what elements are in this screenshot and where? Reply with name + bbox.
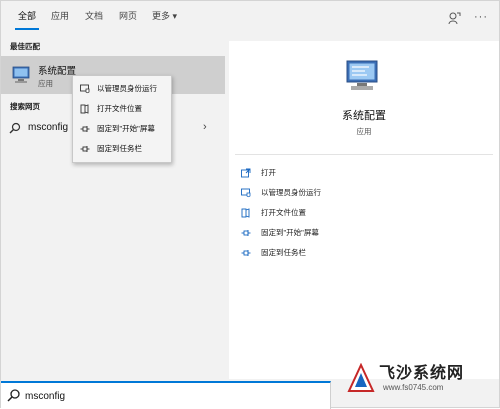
- file-location-icon: [80, 104, 89, 114]
- preview-divider: [235, 154, 493, 155]
- tab-web[interactable]: 网页: [119, 9, 137, 22]
- action-label: 打开文件位置: [261, 208, 306, 217]
- tab-more[interactable]: 更多 ▾: [152, 9, 177, 22]
- watermark-logo: [347, 363, 375, 392]
- web-result-text: msconfig: [28, 122, 69, 133]
- menu-item-label: 固定到"开始"屏幕: [97, 124, 155, 133]
- admin-shield-icon: [80, 84, 90, 94]
- admin-shield-icon: [241, 188, 251, 198]
- action-label: 固定到"开始"屏幕: [261, 228, 319, 237]
- system-config-app-icon: [12, 66, 30, 83]
- watermark: 飞沙系统网 www.fs0745.com: [341, 355, 499, 409]
- menu-item-pin-to-start[interactable]: 固定到"开始"屏幕: [73, 119, 171, 139]
- chevron-right-icon[interactable]: ›: [203, 121, 207, 133]
- more-options-icon[interactable]: ···: [473, 11, 489, 25]
- active-tab-indicator: [15, 28, 39, 30]
- tab-documents[interactable]: 文档: [85, 9, 103, 22]
- action-label: 以管理员身份运行: [261, 188, 321, 197]
- menu-item-pin-to-taskbar[interactable]: 固定到任务栏: [73, 139, 171, 159]
- menu-item-label: 固定到任务栏: [97, 144, 142, 153]
- action-label: 打开: [261, 168, 276, 177]
- preview-title: 系统配置: [342, 110, 386, 122]
- search-input[interactable]: [25, 387, 315, 405]
- watermark-text: 飞沙系统网: [379, 365, 465, 382]
- pin-icon: [241, 230, 251, 236]
- search-window: 全部 应用 文档 网页 更多 ▾ ··· 最佳匹配 系统配置 应用 搜索网页 m…: [0, 0, 500, 409]
- pin-icon: [80, 146, 90, 152]
- filter-tabs: 全部 应用 文档 网页 更多 ▾ ···: [1, 1, 499, 35]
- web-search-heading: 搜索网页: [10, 102, 40, 111]
- pin-icon: [241, 250, 251, 256]
- open-icon: [241, 168, 251, 178]
- best-match-heading: 最佳匹配: [10, 42, 40, 51]
- pin-icon: [80, 126, 90, 132]
- feedback-icon[interactable]: [447, 11, 461, 25]
- action-run-as-admin[interactable]: 以管理员身份运行: [241, 185, 481, 203]
- preview-panel: 系统配置 应用 打开 以管理员身份运行 打开文件位置 固定到"开始"屏幕 固定到…: [229, 41, 499, 379]
- preview-subtitle: 应用: [356, 127, 372, 136]
- search-icon: [7, 389, 20, 402]
- tab-all[interactable]: 全部: [18, 9, 36, 22]
- system-config-app-icon: [346, 60, 378, 90]
- action-pin-to-start[interactable]: 固定到"开始"屏幕: [241, 225, 481, 243]
- context-menu: 以管理员身份运行 打开文件位置 固定到"开始"屏幕 固定到任务栏: [72, 75, 172, 163]
- action-label: 固定到任务栏: [261, 248, 306, 257]
- search-bar: [1, 381, 331, 409]
- search-icon: [9, 122, 21, 134]
- menu-item-run-as-admin[interactable]: 以管理员身份运行: [73, 79, 171, 99]
- file-location-icon: [241, 208, 250, 218]
- best-match-subtitle: 应用: [38, 79, 53, 88]
- watermark-url: www.fs0745.com: [383, 383, 444, 392]
- menu-item-label: 打开文件位置: [97, 104, 142, 113]
- action-open[interactable]: 打开: [241, 165, 481, 183]
- action-pin-to-taskbar[interactable]: 固定到任务栏: [241, 245, 481, 263]
- menu-item-open-file-location[interactable]: 打开文件位置: [73, 99, 171, 119]
- action-open-file-location[interactable]: 打开文件位置: [241, 205, 481, 223]
- best-match-title: 系统配置: [38, 66, 77, 77]
- menu-item-label: 以管理员身份运行: [97, 84, 157, 93]
- tab-apps[interactable]: 应用: [51, 9, 69, 22]
